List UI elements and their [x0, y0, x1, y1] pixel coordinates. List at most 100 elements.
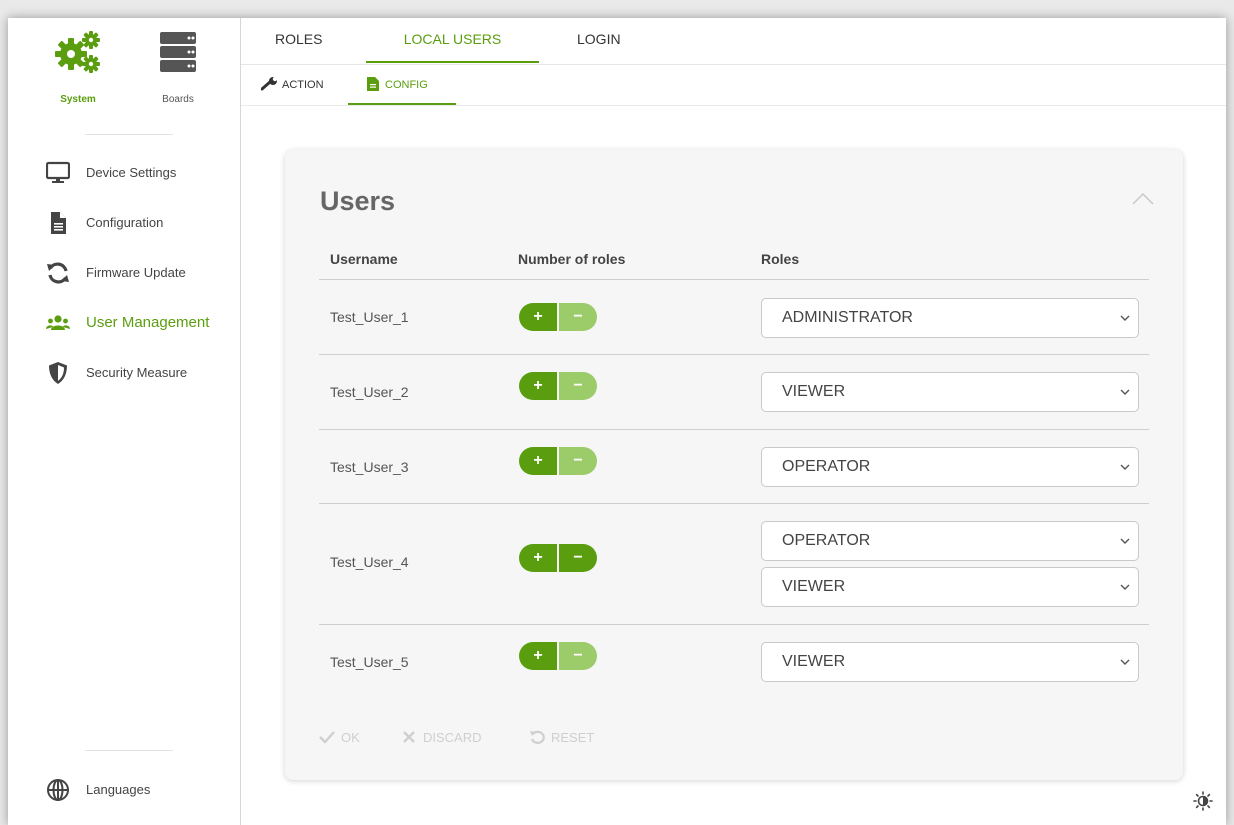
app-window: System Boards Device Settings Configurat…	[8, 18, 1226, 825]
remove-role-button[interactable]: −	[559, 372, 597, 400]
collapse-chevron-icon[interactable]	[1131, 190, 1155, 208]
gears-icon	[55, 31, 100, 73]
tab-login[interactable]: LOGIN	[577, 31, 621, 47]
role-select[interactable]: ADMINISTRATOR	[761, 298, 1139, 338]
sidebar-item-label: Firmware Update	[86, 265, 186, 280]
sidebar-item-device-settings[interactable]: Device Settings	[8, 153, 240, 193]
refresh-icon	[47, 262, 69, 284]
add-role-button[interactable]: +	[519, 372, 557, 400]
active-tab-indicator	[366, 61, 539, 63]
row-divider	[319, 503, 1149, 504]
role-select-value: VIEWER	[782, 653, 846, 670]
subtab-action[interactable]: ACTION	[260, 76, 324, 91]
sidebar-item-security-measure[interactable]: Security Measure	[8, 353, 240, 393]
sidebar-item-label: Configuration	[86, 215, 164, 230]
role-select[interactable]: VIEWER	[761, 372, 1139, 412]
role-select[interactable]: VIEWER	[761, 567, 1139, 607]
reset-label: RESET	[551, 730, 595, 745]
row-divider	[319, 429, 1149, 430]
add-role-button[interactable]: +	[519, 447, 557, 475]
chevron-down-icon	[1120, 659, 1130, 665]
sidebar-item-firmware-update[interactable]: Firmware Update	[8, 253, 240, 293]
username-cell: Test_User_4	[330, 554, 409, 570]
add-role-button[interactable]: +	[519, 303, 557, 331]
remove-role-button[interactable]: −	[559, 303, 597, 331]
users-card: Users Username Number of roles Roles Tes…	[285, 150, 1183, 780]
remove-role-button[interactable]: −	[559, 447, 597, 475]
add-role-button[interactable]: +	[519, 642, 557, 670]
discard-label: DISCARD	[423, 730, 482, 745]
tab-roles[interactable]: ROLES	[275, 31, 322, 47]
chevron-down-icon	[1120, 389, 1130, 395]
close-icon	[403, 731, 415, 743]
wrench-icon	[260, 76, 278, 91]
undo-icon	[530, 730, 545, 744]
reset-button[interactable]: RESET	[529, 730, 594, 745]
username-cell: Test_User_5	[330, 654, 409, 670]
role-select[interactable]: OPERATOR	[761, 447, 1139, 487]
remove-role-button[interactable]: −	[559, 642, 597, 670]
role-count-stepper: + −	[519, 544, 597, 572]
system-label: System	[60, 94, 96, 105]
document-icon	[51, 212, 66, 234]
sidebar: System Boards Device Settings Configurat…	[8, 18, 241, 825]
remove-role-button[interactable]: −	[559, 544, 597, 572]
boards-label: Boards	[162, 94, 194, 105]
sidebar-divider	[85, 134, 173, 135]
languages-label: Languages	[86, 782, 151, 797]
sidebar-item-label: User Management	[86, 314, 210, 331]
role-select-value: VIEWER	[782, 383, 846, 400]
subtab-config[interactable]: CONFIG	[367, 77, 428, 91]
role-select-value: ADMINISTRATOR	[782, 309, 913, 326]
active-subtab-indicator	[348, 103, 456, 105]
ok-button[interactable]: OK	[319, 730, 360, 745]
discard-button[interactable]: DISCARD	[401, 730, 482, 745]
role-count-stepper: + −	[519, 303, 597, 331]
row-divider	[319, 624, 1149, 625]
role-count-stepper: + −	[519, 372, 597, 400]
username-cell: Test_User_2	[330, 384, 409, 400]
server-icon	[160, 32, 196, 72]
role-select[interactable]: VIEWER	[761, 642, 1139, 682]
chevron-down-icon	[1120, 584, 1130, 590]
monitor-icon	[46, 161, 70, 183]
role-select-value: OPERATOR	[782, 458, 871, 475]
role-count-stepper: + −	[519, 642, 597, 670]
role-select-value: VIEWER	[782, 578, 846, 595]
sidebar-item-user-management[interactable]: User Management	[8, 303, 240, 343]
header-divider	[319, 279, 1149, 280]
chevron-down-icon	[1120, 464, 1130, 470]
sidebar-item-label: Security Measure	[86, 365, 188, 380]
chevron-down-icon	[1120, 538, 1130, 544]
sidebar-divider	[85, 750, 173, 751]
ok-label: OK	[341, 730, 360, 745]
subtab-config-label: CONFIG	[385, 79, 428, 91]
header-username: Username	[330, 251, 398, 267]
chevron-down-icon	[1120, 315, 1130, 321]
boards-button[interactable]: Boards	[138, 18, 218, 118]
sidebar-item-configuration[interactable]: Configuration	[8, 203, 240, 243]
main-tabs: ROLES LOCAL USERS LOGIN	[241, 18, 1226, 65]
subtab-action-label: ACTION	[282, 79, 324, 91]
shield-icon	[49, 362, 67, 384]
sidebar-top-icons: System Boards	[8, 18, 240, 118]
row-divider	[319, 354, 1149, 355]
add-role-button[interactable]: +	[519, 544, 557, 572]
globe-icon	[47, 779, 69, 801]
header-roles: Roles	[761, 251, 800, 267]
tab-local-users[interactable]: LOCAL USERS	[366, 31, 539, 47]
username-cell: Test_User_1	[330, 309, 409, 325]
sub-tabs: ACTION CONFIG	[241, 65, 1226, 106]
system-button[interactable]: System	[38, 18, 118, 118]
check-icon	[319, 731, 335, 744]
role-select-value: OPERATOR	[782, 532, 871, 549]
header-number-of-roles: Number of roles	[518, 251, 626, 267]
theme-toggle-icon[interactable]	[1193, 791, 1213, 811]
role-select[interactable]: OPERATOR	[761, 521, 1139, 561]
username-cell: Test_User_3	[330, 459, 409, 475]
role-count-stepper: + −	[519, 447, 597, 475]
sidebar-item-label: Device Settings	[86, 165, 177, 180]
languages-button[interactable]: Languages	[8, 770, 240, 810]
users-icon	[46, 315, 70, 330]
document-icon	[367, 77, 379, 91]
